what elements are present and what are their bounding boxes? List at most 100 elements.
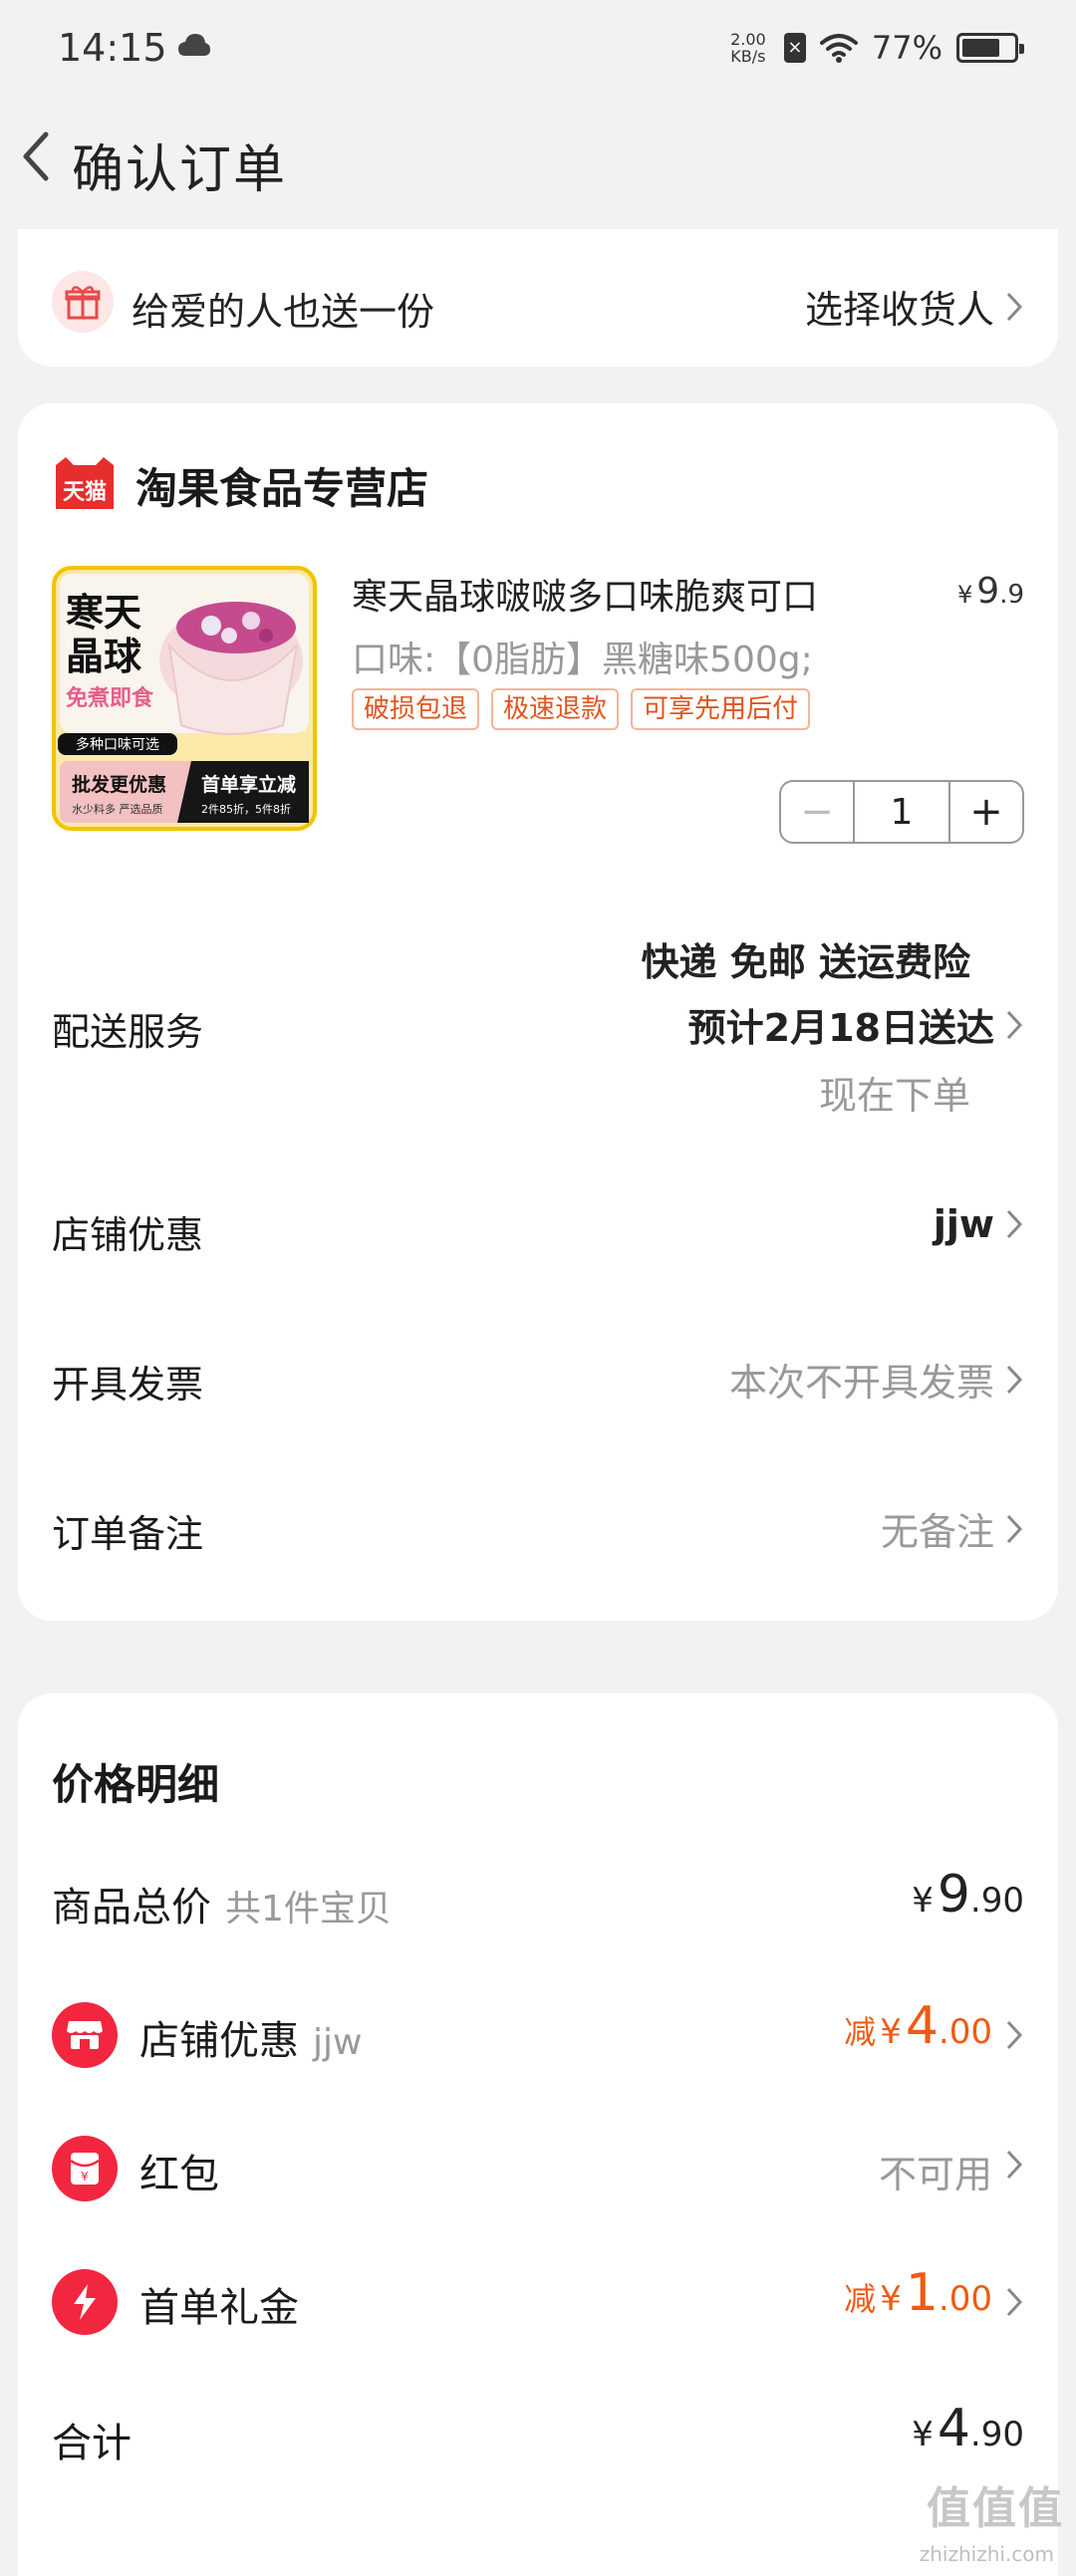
product-price: ¥9.9	[957, 571, 1024, 612]
cloud-icon	[178, 34, 210, 56]
decrease-quantity-button[interactable]: −	[781, 782, 855, 842]
shop-discount-row-label: 店铺优惠 jjw	[139, 2008, 362, 2066]
chevron-right-icon	[1006, 1365, 1023, 1394]
amount-int: 4	[905, 1996, 939, 2056]
watermark-url: zhizhizhi.com	[919, 2542, 1054, 2566]
chevron-right-icon	[1006, 1514, 1023, 1543]
delivery-label: 配送服务	[52, 1010, 204, 1054]
shop-discount-label: 店铺优惠	[52, 1213, 204, 1257]
price-detail-title: 价格明细	[52, 1760, 220, 1809]
invoice-label: 开具发票	[52, 1363, 204, 1407]
product-image[interactable]: 寒天 晶球 免煮即食 多种口味可选 批发更优惠 水少料多 严选品质 首单享立减 …	[52, 566, 317, 831]
gift-icon	[52, 271, 114, 333]
chevron-right-icon	[1006, 292, 1023, 321]
quantity-value[interactable]: 1	[855, 782, 948, 842]
tag-fast-refund: 极速退款	[491, 688, 620, 730]
svg-text:免煮即食: 免煮即食	[66, 685, 154, 711]
network-speed: 2.00 KB/s	[726, 31, 770, 65]
first-order-amount[interactable]: 减 ¥1.00	[844, 2263, 992, 2323]
select-recipient-label: 选择收货人	[804, 288, 994, 332]
delivery-eta: 预计2月18日送达	[687, 1006, 994, 1050]
lightning-icon	[52, 2269, 118, 2335]
battery-percent: 77%	[871, 29, 942, 67]
currency-symbol: ¥	[912, 1881, 934, 1921]
tag-pay-later: 可享先用后付	[631, 688, 811, 730]
amount-dec: .00	[938, 2279, 992, 2319]
shop-discount-row-label-text: 店铺优惠	[139, 2018, 299, 2064]
battery-icon	[956, 33, 1024, 63]
back-arrow-icon[interactable]	[14, 125, 58, 188]
red-packet-value[interactable]: 不可用	[879, 2144, 992, 2198]
discount-prefix: 减	[844, 2013, 877, 2051]
amount-int: 9	[937, 1865, 970, 1925]
tmall-logo: 天猫	[56, 457, 114, 509]
currency-symbol: ¥	[880, 2012, 902, 2052]
delivery-method: 快递 免邮 送运费险	[641, 940, 970, 984]
page-title: 确认订单	[72, 140, 288, 200]
svg-text:天猫: 天猫	[63, 480, 107, 505]
shop-order-card: 天猫 淘果食品专营店 寒天 晶球 免煮即食 多种口味可选 批发更优惠 水少料多 …	[18, 403, 1058, 1621]
shop-discount-amount[interactable]: 减 ¥4.00	[844, 1996, 992, 2056]
total-amount: ¥4.90	[912, 2399, 1024, 2458]
tag-damage-return: 破损包退	[352, 688, 480, 730]
currency-symbol: ¥	[880, 2279, 902, 2319]
shop-discount-row-code: jjw	[313, 2022, 363, 2063]
service-tags: 破损包退 极速退款 可享先用后付	[352, 688, 811, 730]
nav-bar: 确认订单	[0, 100, 1076, 229]
select-recipient-button[interactable]: 选择收货人	[805, 279, 1024, 334]
price-int: 9	[976, 571, 1000, 612]
increase-quantity-button[interactable]: +	[948, 782, 1022, 842]
status-bar: 14:15 2.00 KB/s × 77%	[0, 0, 1076, 100]
remark-value: 无备注	[880, 1510, 994, 1554]
shop-discount-selector[interactable]: jjw	[934, 1202, 1024, 1246]
invoice-selector[interactable]: 本次不开具发票	[729, 1352, 1024, 1407]
quantity-stepper: − 1 +	[779, 780, 1024, 844]
currency-symbol: ¥	[912, 2415, 934, 2454]
network-speed-unit: KB/s	[730, 47, 766, 66]
chevron-right-icon	[1006, 1209, 1023, 1239]
red-packet-label: 红包	[139, 2152, 219, 2197]
product-variant[interactable]: 口味:【0脂肪】黑糖味500g;	[352, 631, 813, 682]
goods-total-label-text: 商品总价	[52, 1885, 211, 1931]
chevron-right-icon	[1006, 1010, 1023, 1039]
svg-text:2件85折，5件8折: 2件85折，5件8折	[201, 802, 291, 816]
shop-icon	[52, 2002, 118, 2068]
product-title[interactable]: 寒天晶球啵啵多口味脆爽可口	[352, 568, 818, 620]
svg-text:寒天: 寒天	[66, 591, 141, 635]
status-time: 14:15	[58, 26, 167, 70]
svg-text:多种口味可选: 多种口味可选	[76, 736, 159, 753]
wifi-icon	[819, 34, 858, 63]
remark-selector[interactable]: 无备注	[881, 1501, 1024, 1556]
shop-name[interactable]: 淘果食品专营店	[135, 455, 428, 516]
notification-x-icon: ×	[783, 33, 806, 63]
network-speed-value: 2.00	[730, 30, 766, 49]
total-label: 合计	[52, 2421, 132, 2466]
chevron-right-icon[interactable]	[1004, 2285, 1024, 2319]
battery-fill	[962, 39, 1000, 57]
price-dec: .9	[999, 580, 1024, 610]
goods-count: 共1件宝贝	[225, 1889, 392, 1930]
invoice-value: 本次不开具发票	[728, 1361, 994, 1405]
chevron-right-icon[interactable]	[1004, 2018, 1024, 2052]
red-packet-icon: ¥	[52, 2136, 118, 2201]
shop-discount-value: jjw	[933, 1202, 994, 1246]
gift-text: 给爱的人也送一份	[132, 290, 435, 334]
amount-dec: .90	[969, 2415, 1024, 2454]
amount-dec: .00	[938, 2012, 992, 2052]
amount-dec: .90	[969, 1881, 1024, 1921]
first-order-label: 首单礼金	[139, 2285, 299, 2331]
goods-total-label: 商品总价 共1件宝贝	[52, 1875, 392, 1932]
goods-total-amount: ¥9.90	[912, 1865, 1024, 1925]
chevron-right-icon[interactable]	[1004, 2148, 1024, 2182]
svg-text:晶球: 晶球	[66, 635, 142, 678]
remark-label: 订单备注	[52, 1512, 204, 1556]
gift-card[interactable]: 给爱的人也送一份 选择收货人	[18, 229, 1058, 367]
discount-prefix: 减	[844, 2280, 877, 2318]
delivery-options-button[interactable]: 预计2月18日送达	[688, 997, 1024, 1052]
svg-text:水少料多 严选品质: 水少料多 严选品质	[72, 802, 163, 816]
price-currency: ¥	[957, 581, 973, 609]
price-detail-card: 价格明细 商品总价 共1件宝贝 ¥9.90 店铺优惠 jjw 减 ¥4.00 ¥ 红包…	[18, 1693, 1058, 2576]
amount-int: 4	[937, 2399, 970, 2458]
svg-text:首单享立减: 首单享立减	[201, 773, 296, 796]
svg-text:¥: ¥	[81, 2170, 89, 2184]
